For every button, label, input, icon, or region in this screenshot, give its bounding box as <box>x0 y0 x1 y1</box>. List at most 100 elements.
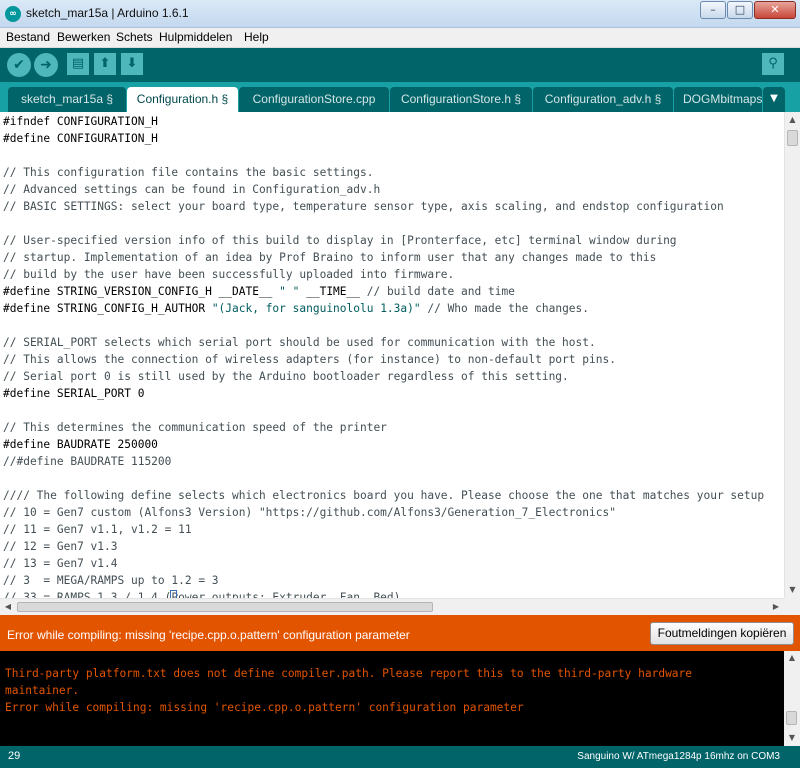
code-line: // SERIAL_PORT selects which serial port… <box>3 334 596 351</box>
open-button[interactable]: ⬆ <box>94 53 116 75</box>
code-token: // 33 = RAMPS 1.3 / 1.4 (Power outputs: … <box>3 591 401 598</box>
code-token: __TIME__ <box>299 285 367 298</box>
code-token: // startup. Implementation of an idea by… <box>3 251 657 264</box>
code-line: // Advanced settings can be found in Con… <box>3 181 380 198</box>
code-token: // User-specified version info of this b… <box>3 234 677 247</box>
menu-bestand[interactable]: Bestand <box>6 30 50 44</box>
console-scrollbar[interactable]: ▲ ▼ <box>784 651 800 746</box>
scroll-up-icon[interactable]: ▲ <box>785 112 800 128</box>
scroll-corner <box>784 598 800 615</box>
code-token: #ifndef CONFIGURATION_H <box>3 115 158 128</box>
new-button[interactable]: ▤ <box>67 53 89 75</box>
code-token: // This configuration file contains the … <box>3 166 374 179</box>
code-line: #define SERIAL_PORT 0 <box>3 385 144 402</box>
serial-monitor-button[interactable]: ⚲ <box>762 53 784 75</box>
code-line: #define STRING_VERSION_CONFIG_H __DATE__… <box>3 283 515 300</box>
code-editor[interactable]: #ifndef CONFIGURATION_H #define CONFIGURA… <box>0 112 784 598</box>
text-cursor <box>170 590 177 598</box>
editor-horizontal-scrollbar[interactable]: ◀ ▶ <box>0 598 784 615</box>
arduino-logo-icon: ∞ <box>5 6 21 22</box>
console-output[interactable]: Third-party platform.txt does not define… <box>0 651 784 746</box>
code-line: // 3 = MEGA/RAMPS up to 1.2 = 3 <box>3 572 219 589</box>
code-token: #define CONFIGURATION_H <box>3 132 158 145</box>
code-token: // This determines the communication spe… <box>3 421 387 434</box>
code-token: #define SERIAL_PORT 0 <box>3 387 145 400</box>
minimize-button[interactable]: – <box>700 1 726 19</box>
line-number: 29 <box>8 750 21 762</box>
code-token: // 3 = MEGA/RAMPS up to 1.2 = 3 <box>3 574 219 587</box>
code-line: // 12 = Gen7 v1.3 <box>3 538 118 555</box>
verify-button[interactable]: ✔ <box>7 53 31 77</box>
tab-configurationstore-h[interactable]: ConfigurationStore.h § <box>390 87 532 112</box>
code-token: "(Jack, for sanguinololu 1.3a)" <box>211 302 421 315</box>
code-token: // Advanced settings can be found in Con… <box>3 183 381 196</box>
code-token: // 13 = Gen7 v1.4 <box>3 557 118 570</box>
status-message: Error while compiling: missing 'recipe.c… <box>7 628 410 642</box>
toolbar: ✔ ➜ ▤ ⬆ ⬇ ⚲ <box>0 48 800 82</box>
copy-errors-button[interactable]: Foutmeldingen kopiëren <box>650 622 794 645</box>
magnifier-icon: ⚲ <box>768 56 778 71</box>
footer-bar: 29 Sanguino W/ ATmega1284p 16mhz on COM3 <box>0 746 800 768</box>
scroll-thumb[interactable] <box>17 602 433 612</box>
code-token: // 12 = Gen7 v1.3 <box>3 540 118 553</box>
code-token: // 10 = Gen7 custom (Alfons3 Version) "h… <box>3 506 616 519</box>
code-token: #define STRING_VERSION_CONFIG_H __DATE__ <box>3 285 280 298</box>
code-line: // startup. Implementation of an idea by… <box>3 249 656 266</box>
tab-configuration-adv-h[interactable]: Configuration_adv.h § <box>533 87 673 112</box>
code-line: #define CONFIGURATION_H <box>3 130 158 147</box>
save-button[interactable]: ⬇ <box>121 53 143 75</box>
code-token: // build date and time <box>366 285 515 298</box>
code-line: // This determines the communication spe… <box>3 419 387 436</box>
console-line: maintainer. <box>5 684 80 697</box>
new-file-icon: ▤ <box>71 56 85 71</box>
title-bar: ∞ sketch_mar15a | Arduino 1.6.1 – □ ✕ <box>0 0 800 28</box>
menu-bar: Bestand Bewerken Schets Hulpmiddelen Hel… <box>0 28 800 48</box>
board-info: Sanguino W/ ATmega1284p 16mhz on COM3 <box>577 751 780 762</box>
scroll-down-icon[interactable]: ▼ <box>785 582 800 598</box>
status-bar: Error while compiling: missing 'recipe.c… <box>0 615 800 651</box>
scroll-up-icon[interactable]: ▲ <box>784 651 800 665</box>
menu-hulpmiddelen[interactable]: Hulpmiddelen <box>159 30 232 44</box>
chevron-down-icon: ▼ <box>770 93 778 104</box>
code-token: // This allows the connection of wireles… <box>3 353 616 366</box>
code-line: //#define BAUDRATE 115200 <box>3 453 171 470</box>
console-line: Third-party platform.txt does not define… <box>5 667 693 680</box>
code-line: // 33 = RAMPS 1.3 / 1.4 (Power outputs: … <box>3 589 400 598</box>
code-line: // Serial port 0 is still used by the Ar… <box>3 368 569 385</box>
code-token: " " <box>279 285 300 298</box>
editor-vertical-scrollbar[interactable]: ▲ ▼ <box>784 112 800 598</box>
menu-bewerken[interactable]: Bewerken <box>57 30 110 44</box>
code-line: #define STRING_CONFIG_H_AUTHOR "(Jack, f… <box>3 300 589 317</box>
code-token: //// The following define selects which … <box>3 489 765 502</box>
tab-menu-button[interactable]: ▼ <box>763 87 785 112</box>
scroll-thumb[interactable] <box>786 711 797 725</box>
close-button[interactable]: ✕ <box>754 1 796 19</box>
code-line: // This allows the connection of wireles… <box>3 351 616 368</box>
tab-configuration-h[interactable]: Configuration.h § <box>127 87 238 112</box>
maximize-button[interactable]: □ <box>727 1 753 19</box>
code-token: #define STRING_CONFIG_H_AUTHOR <box>3 302 212 315</box>
code-token: // Serial port 0 is still used by the Ar… <box>3 370 569 383</box>
check-icon: ✔ <box>13 57 25 73</box>
tab-configurationstore-cpp[interactable]: ConfigurationStore.cpp <box>239 87 389 112</box>
code-line: // build by the user have been successfu… <box>3 266 454 283</box>
menu-help[interactable]: Help <box>244 30 269 44</box>
save-icon: ⬇ <box>126 56 138 71</box>
code-line: // User-specified version info of this b… <box>3 232 677 249</box>
code-token: // BASIC SETTINGS: select your board typ… <box>3 200 724 213</box>
upload-button[interactable]: ➜ <box>34 53 58 77</box>
code-line: #define BAUDRATE 250000 <box>3 436 158 453</box>
code-token: // 11 = Gen7 v1.1, v1.2 = 11 <box>3 523 192 536</box>
scroll-thumb[interactable] <box>787 130 798 146</box>
scroll-right-icon[interactable]: ▶ <box>768 599 784 615</box>
tab-sketch-mar15a[interactable]: sketch_mar15a § <box>8 87 126 112</box>
menu-schets[interactable]: Schets <box>116 30 153 44</box>
open-icon: ⬆ <box>99 56 111 71</box>
tab-dogmbitmaps-h[interactable]: DOGMbitmaps.h <box>674 87 762 112</box>
scroll-down-icon[interactable]: ▼ <box>784 731 800 745</box>
arrow-right-icon: ➜ <box>40 57 52 73</box>
scroll-left-icon[interactable]: ◀ <box>0 599 16 615</box>
code-line: // 11 = Gen7 v1.1, v1.2 = 11 <box>3 521 192 538</box>
code-line: //// The following define selects which … <box>3 487 764 504</box>
tab-bar: sketch_mar15a § Configuration.h § Config… <box>0 82 800 112</box>
